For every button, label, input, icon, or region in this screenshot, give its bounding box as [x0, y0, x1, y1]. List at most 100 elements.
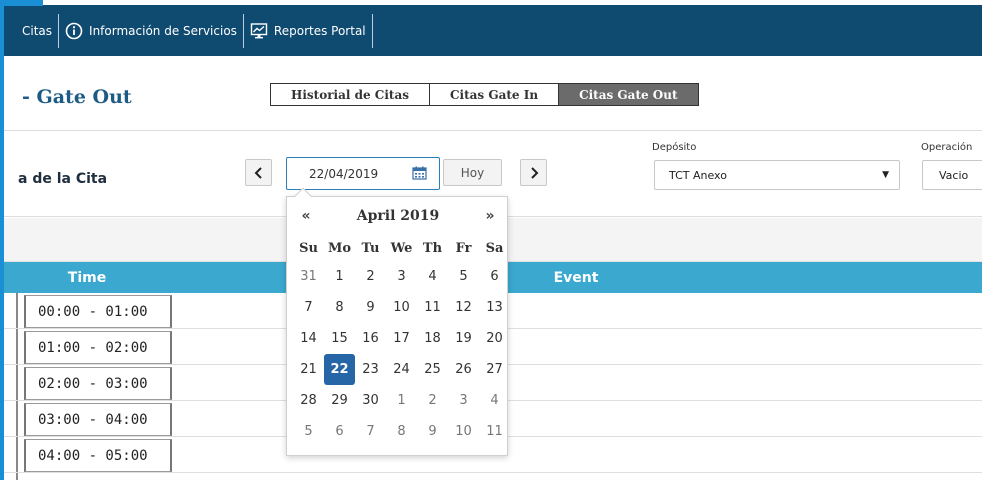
- chevron-right-icon: [530, 166, 538, 179]
- day-cell[interactable]: 17: [386, 323, 417, 354]
- top-navbar: Citas Información de Servicios Reportes …: [0, 5, 982, 56]
- operacion-value: Vacio: [939, 168, 969, 182]
- day-cell[interactable]: 3: [448, 385, 479, 416]
- window-left-edge: [0, 0, 4, 480]
- day-cell[interactable]: 10: [386, 292, 417, 323]
- week-row: 31 1 2 3 4 5 6: [293, 261, 510, 292]
- operacion-select[interactable]: Vacio: [922, 160, 982, 190]
- day-cell[interactable]: 11: [417, 292, 448, 323]
- tab-historial-citas[interactable]: Historial de Citas: [271, 84, 430, 105]
- time-slot: 02:00 - 03:00: [24, 367, 172, 400]
- deposito-value: TCT Anexo: [669, 168, 727, 182]
- day-cell[interactable]: 5: [293, 416, 324, 447]
- day-cell[interactable]: 31: [293, 261, 324, 292]
- day-cell[interactable]: 12: [448, 292, 479, 323]
- day-cell[interactable]: 7: [293, 292, 324, 323]
- chevron-left-icon: [254, 166, 262, 179]
- day-cell-selected[interactable]: 22: [324, 354, 355, 385]
- day-cell[interactable]: 5: [448, 261, 479, 292]
- weekday-label: Fr: [455, 240, 472, 256]
- month-title[interactable]: April 2019: [327, 205, 469, 227]
- week-row: 21 22 23 24 25 26 27: [293, 354, 510, 385]
- nav-item-informacion-servicios[interactable]: Información de Servicios: [59, 13, 244, 48]
- day-cell[interactable]: 10: [448, 416, 479, 447]
- window-accent-tab: [0, 0, 43, 6]
- page-title: - Gate Out: [22, 86, 132, 108]
- day-cell[interactable]: 6: [324, 416, 355, 447]
- dropdown-arrow-icon: ▼: [882, 170, 889, 180]
- day-cell[interactable]: 8: [386, 416, 417, 447]
- day-cell[interactable]: 2: [355, 261, 386, 292]
- next-date-button[interactable]: [520, 159, 547, 186]
- tab-citas-gate-out[interactable]: Citas Gate Out: [559, 84, 698, 105]
- day-cell[interactable]: 3: [386, 261, 417, 292]
- weekday-label: Th: [422, 240, 443, 256]
- day-cell[interactable]: 15: [324, 323, 355, 354]
- weekday-label: Su: [299, 240, 318, 256]
- deposito-select[interactable]: TCT Anexo ▼: [654, 160, 900, 190]
- day-cell[interactable]: 7: [355, 416, 386, 447]
- time-slot: 00:00 - 01:00: [24, 295, 172, 328]
- weekday-label: We: [390, 240, 413, 256]
- day-cell[interactable]: 24: [386, 354, 417, 385]
- nav-item-label: Información de Servicios: [89, 23, 237, 38]
- tab-group: Historial de Citas Citas Gate In Citas G…: [270, 83, 699, 106]
- day-cell[interactable]: 27: [479, 354, 510, 385]
- page-header: - Gate Out Historial de Citas Citas Gate…: [4, 56, 982, 131]
- day-cell[interactable]: 20: [479, 323, 510, 354]
- prev-date-button[interactable]: [245, 159, 272, 186]
- day-cell[interactable]: 8: [324, 292, 355, 323]
- datepicker-weeks: 31 1 2 3 4 5 6 7 8 9 10 11 12 13 14 15 16 17 18 19 20 21 22 23 2…: [293, 261, 510, 447]
- fecha-cita-label: a de la Cita: [18, 171, 108, 187]
- time-slot: 04:00 - 05:00: [24, 439, 172, 472]
- week-row: 14 15 16 17 18 19 20: [293, 323, 510, 354]
- prev-month-button[interactable]: «: [293, 205, 319, 227]
- day-cell[interactable]: 11: [479, 416, 510, 447]
- day-cell[interactable]: 13: [479, 292, 510, 323]
- operacion-label: Operación: [921, 142, 973, 153]
- nav-item-citas[interactable]: Citas: [0, 13, 60, 48]
- time-slot: 01:00 - 02:00: [24, 331, 172, 364]
- day-cell[interactable]: 18: [417, 323, 448, 354]
- day-cell[interactable]: 19: [448, 323, 479, 354]
- week-row: 28 29 30 1 2 3 4: [293, 385, 510, 416]
- day-cell[interactable]: 21: [293, 354, 324, 385]
- calendar-icon[interactable]: [412, 166, 427, 180]
- monitor-chart-icon: [250, 22, 268, 40]
- datepicker-grid: Su Mo Tu We Th Fr Sa 31 1 2 3 4 5 6 7 8 9 10 11 12 13…: [293, 235, 510, 447]
- day-cell[interactable]: 30: [355, 385, 386, 416]
- week-row: 5 6 7 8 9 10 11: [293, 416, 510, 447]
- day-cell[interactable]: 1: [324, 261, 355, 292]
- day-cell[interactable]: 6: [479, 261, 510, 292]
- tab-citas-gate-in[interactable]: Citas Gate In: [429, 84, 560, 105]
- day-cell[interactable]: 9: [355, 292, 386, 323]
- day-cell[interactable]: 16: [355, 323, 386, 354]
- nav-item-label: Reportes Portal: [273, 23, 366, 38]
- time-column-header: Time: [67, 269, 107, 286]
- time-slot: 03:00 - 04:00: [24, 403, 172, 436]
- nav-item-label: Citas: [22, 23, 53, 38]
- deposito-label: Depósito: [652, 142, 697, 153]
- weekday-label: Tu: [361, 240, 380, 256]
- day-cell[interactable]: 14: [293, 323, 324, 354]
- day-cell[interactable]: 23: [355, 354, 386, 385]
- weekday-header-row: Su Mo Tu We Th Fr Sa: [293, 235, 510, 261]
- datepicker-popup: « April 2019 » Su Mo Tu We Th Fr Sa 31 1 2…: [286, 187, 510, 456]
- day-cell[interactable]: 1: [386, 385, 417, 416]
- window-top-edge: [0, 0, 982, 5]
- day-cell[interactable]: 4: [479, 385, 510, 416]
- next-month-button[interactable]: »: [477, 205, 503, 227]
- day-cell[interactable]: 26: [448, 354, 479, 385]
- nav-item-reportes-portal[interactable]: Reportes Portal: [244, 13, 373, 48]
- day-cell[interactable]: 28: [293, 385, 324, 416]
- day-cell[interactable]: 9: [417, 416, 448, 447]
- day-cell[interactable]: 29: [324, 385, 355, 416]
- week-row: 7 8 9 10 11 12 13: [293, 292, 510, 323]
- weekday-label: Mo: [327, 240, 352, 256]
- day-cell[interactable]: 25: [417, 354, 448, 385]
- info-circle-icon: [65, 22, 83, 40]
- today-button[interactable]: Hoy: [443, 159, 502, 186]
- datepicker-header: « April 2019 »: [287, 205, 509, 227]
- day-cell[interactable]: 4: [417, 261, 448, 292]
- day-cell[interactable]: 2: [417, 385, 448, 416]
